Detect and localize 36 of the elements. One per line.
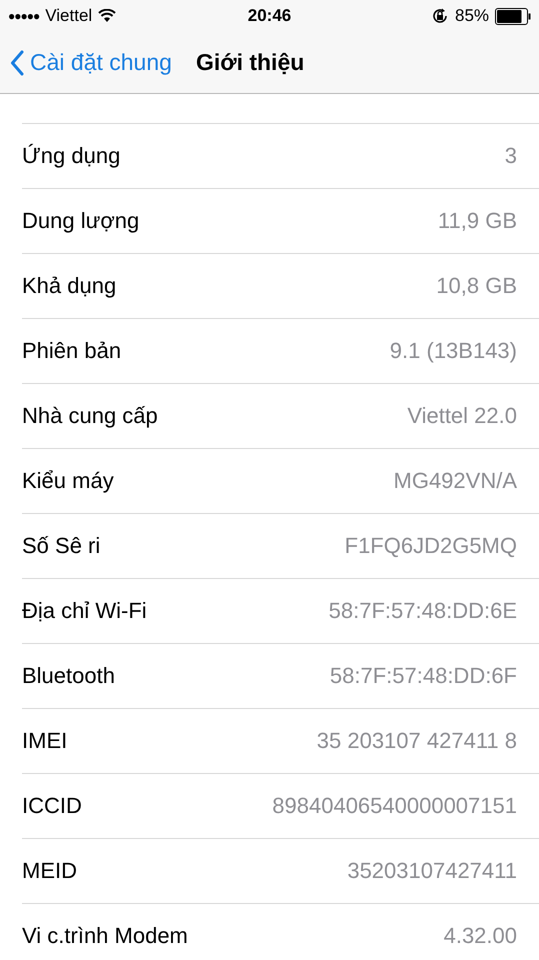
row-value: 35 203107 427411 8 (316, 728, 517, 754)
rotation-lock-icon (430, 7, 449, 25)
row-value: 11,9 GB (438, 208, 517, 234)
row-value: Viettel 22.0 (407, 403, 517, 429)
back-button[interactable]: Cài đặt chung (10, 49, 172, 76)
carrier-name: Viettel (45, 6, 92, 26)
status-time: 20:46 (248, 6, 292, 26)
row-value: 35203107427411 (347, 858, 517, 884)
row-label: IMEI (22, 728, 68, 754)
page-title: Giới thiệu (196, 49, 304, 76)
row-value: 4.32.00 (444, 923, 517, 949)
row-value: 58:7F:57:48:DD:6E (328, 598, 517, 624)
row-label: Ứng dụng (22, 143, 120, 169)
row-label: Phiên bản (22, 338, 122, 364)
row-label: Dung lượng (22, 208, 140, 234)
row-label: Địa chỉ Wi-Fi (22, 598, 147, 624)
row-value: 58:7F:57:48:DD:6F (330, 663, 517, 689)
signal-dots: ●●●●● (8, 9, 40, 23)
row-value: F1FQ6JD2G5MQ (344, 533, 517, 559)
row-label: Khả dụng (22, 273, 116, 299)
wifi-icon (98, 9, 116, 23)
chevron-left-icon (10, 50, 24, 76)
row-value: 10,8 GB (436, 273, 517, 299)
row-label: Kiểu máy (22, 468, 114, 494)
row-label: ICCID (22, 793, 82, 819)
row-value: 9.1 (13B143) (390, 338, 517, 364)
row-label: MEID (22, 858, 77, 884)
row-value: 3 (504, 143, 517, 169)
battery-percentage: 85% (454, 6, 490, 26)
row-value: MG492VN/A (394, 468, 517, 494)
row-label: Vi c.trình Modem (22, 923, 188, 949)
row-label: Số Sê ri (22, 533, 100, 559)
battery-icon (495, 8, 532, 24)
row-label: Bluetooth (22, 663, 115, 689)
row-label: Nhà cung cấp (22, 403, 158, 429)
row-value: 89840406540000007151 (272, 793, 517, 819)
